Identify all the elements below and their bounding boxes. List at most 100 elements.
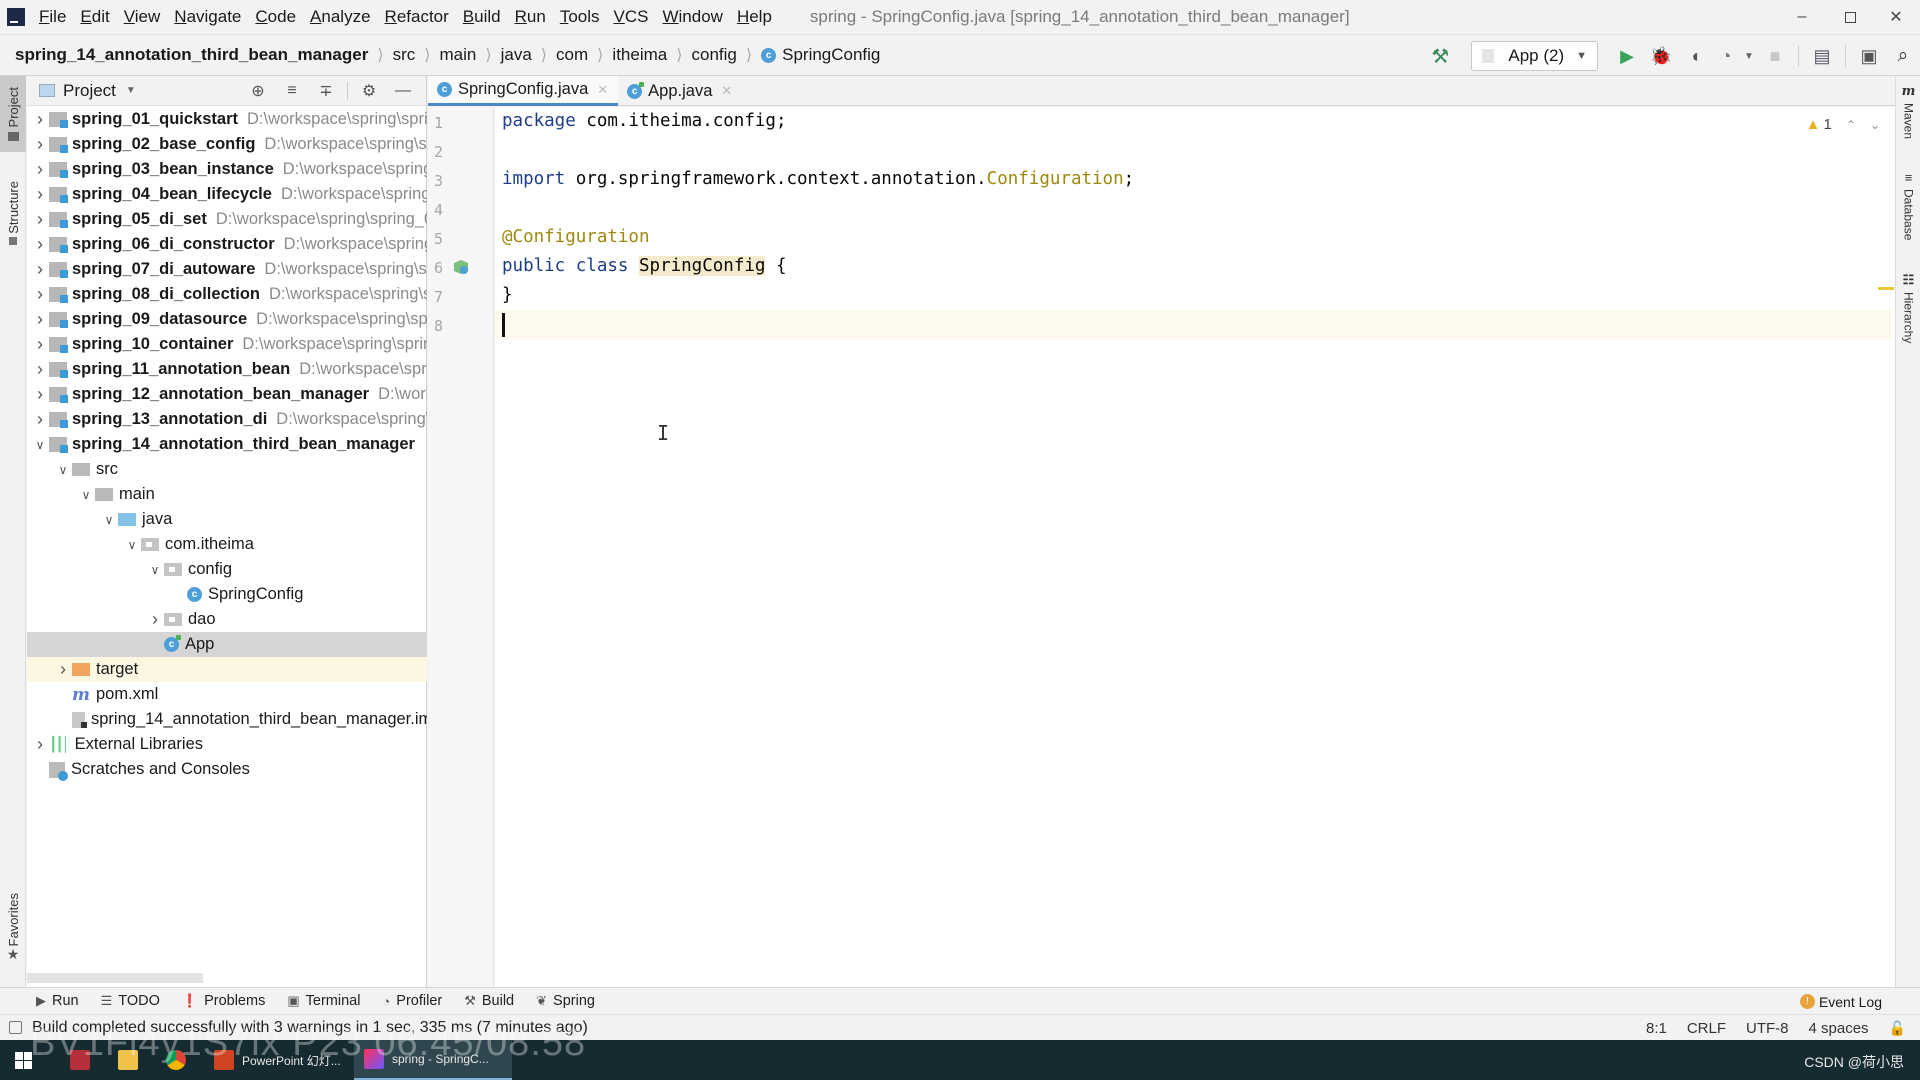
tree-item-spring-03-bean-instance[interactable]: › spring_03_bean_instance D:\workspace\spr… (27, 157, 427, 182)
chevron-down-icon[interactable]: ∨ (54, 463, 72, 477)
menu-window[interactable]: Window (662, 7, 722, 27)
tree-item-pom-xml[interactable]: m pom.xml (27, 682, 427, 707)
tree-item-app[interactable]: c App (27, 632, 427, 657)
tree-item-spring-09-datasource[interactable]: › spring_09_datasource D:\workspace\spring… (27, 307, 427, 332)
run-icon[interactable]: ▶ (1610, 39, 1644, 73)
chevron-right-icon[interactable]: › (31, 409, 49, 430)
tool-window-spring[interactable]: ❦ Spring (536, 993, 595, 1009)
tree-item-spring-02-base-config[interactable]: › spring_02_base_config D:\workspace\sprin… (27, 132, 427, 157)
tree-item-spring-14-annotation-third-bean-manager-iml[interactable]: spring_14_annotation_third_bean_manager.… (27, 707, 427, 732)
chevron-down-icon[interactable]: ∨ (146, 563, 164, 577)
tree-item-dao[interactable]: › dao (27, 607, 427, 632)
breadcrumb-springconfig[interactable]: c SpringConfig (761, 45, 880, 65)
menu-edit[interactable]: Edit (80, 7, 109, 27)
search-everywhere-icon[interactable]: ⌕ (1886, 39, 1920, 73)
maven-tool-tab[interactable]: m Maven (1896, 84, 1920, 139)
chevron-right-icon[interactable]: › (31, 134, 49, 155)
menu-code[interactable]: Code (255, 7, 296, 27)
chevron-down-icon[interactable]: ∨ (100, 513, 118, 527)
menu-refactor[interactable]: Refactor (385, 7, 449, 27)
debug-icon[interactable]: 🐞 (1644, 39, 1678, 73)
chevron-right-icon[interactable]: › (31, 334, 49, 355)
close-window-button[interactable]: ✕ (1872, 0, 1920, 34)
tree-item-spring-08-di-collection[interactable]: › spring_08_di_collection D:\workspace\spr… (27, 282, 427, 307)
run-configuration-selector[interactable]: App (2) ▼ (1471, 41, 1598, 71)
close-tab-icon[interactable]: ✕ (721, 83, 732, 99)
terminal-window-icon[interactable]: ▣ (1852, 39, 1886, 73)
event-log-button[interactable]: ! Event Log (1799, 988, 1882, 1015)
chevron-right-icon[interactable]: › (31, 159, 49, 180)
menu-vcs[interactable]: VCS (614, 7, 649, 27)
stop-icon[interactable]: ■ (1758, 39, 1792, 73)
tool-window-build[interactable]: ⚒ Build (464, 993, 514, 1009)
chevron-right-icon[interactable]: › (31, 359, 49, 380)
chevron-down-icon[interactable]: ∨ (123, 538, 141, 552)
menu-navigate[interactable]: Navigate (174, 7, 241, 27)
tree-item-spring-06-di-constructor[interactable]: › spring_06_di_constructor D:\workspace\sp… (27, 232, 427, 257)
tree-item-src[interactable]: ∨ src (27, 457, 427, 482)
chevron-right-icon[interactable]: › (31, 184, 49, 205)
tree-item-target[interactable]: › target (27, 657, 427, 682)
file-encoding[interactable]: UTF-8 (1746, 1020, 1789, 1037)
chevron-down-icon[interactable]: ▼ (126, 85, 136, 96)
chevron-right-icon[interactable]: › (31, 309, 49, 330)
chevron-right-icon[interactable]: › (146, 609, 164, 630)
build-hammer-icon[interactable]: ⚒ (1423, 39, 1457, 73)
code-editor[interactable]: package com.itheima.config; import org.sp… (495, 107, 1895, 987)
menu-view[interactable]: View (124, 7, 161, 27)
warning-stripe-marker[interactable] (1878, 287, 1894, 290)
tool-window-terminal[interactable]: ▣ Terminal (287, 993, 360, 1009)
chevron-right-icon[interactable]: › (31, 284, 49, 305)
tree-item-com-itheima[interactable]: ∨ com.itheima (27, 532, 427, 557)
coverage-icon[interactable]: ◖ (1678, 39, 1712, 73)
tree-item-scratches-and-consoles[interactable]: Scratches and Consoles (27, 757, 427, 782)
expand-all-icon[interactable]: ≡ (275, 82, 309, 100)
close-tab-icon[interactable]: ✕ (597, 82, 608, 98)
database-tool-tab[interactable]: ≡ Database (1896, 170, 1920, 240)
horizontal-scrollbar[interactable] (27, 973, 203, 983)
project-view-selector[interactable]: Project (63, 81, 116, 101)
chevron-right-icon[interactable]: › (31, 259, 49, 280)
tree-item-config[interactable]: ∨ config (27, 557, 427, 582)
structure-tool-tab[interactable]: Structure (0, 170, 26, 256)
spring-bean-gutter-icon[interactable] (452, 259, 470, 275)
profile-dropdown-icon[interactable]: ▼ (1740, 39, 1758, 73)
tree-item-spring-04-bean-lifecycle[interactable]: › spring_04_bean_lifecycle D:\workspace\sp… (27, 182, 427, 207)
tool-window-profiler[interactable]: ◔ Profiler (382, 993, 442, 1009)
breadcrumb-src[interactable]: src (393, 45, 416, 65)
tab-springconfig-java[interactable]: c SpringConfig.java ✕ (428, 76, 619, 106)
hide-panel-icon[interactable]: — (386, 82, 420, 100)
hierarchy-tool-tab[interactable]: ☷ Hierarchy (1896, 272, 1920, 343)
indent-setting[interactable]: 4 spaces (1809, 1020, 1869, 1037)
menu-help[interactable]: Help (737, 7, 772, 27)
project-structure-icon[interactable]: ▤ (1805, 39, 1839, 73)
tree-item-spring-11-annotation-bean[interactable]: › spring_11_annotation_bean D:\workspace\s… (27, 357, 427, 382)
breadcrumb-com[interactable]: com (556, 45, 588, 65)
previous-highlight-icon[interactable]: ⌃ (1846, 118, 1856, 132)
chevron-right-icon[interactable]: › (31, 234, 49, 255)
tool-window-todo[interactable]: ☰ TODO (101, 993, 160, 1009)
chevron-right-icon[interactable]: › (31, 209, 49, 230)
toggle-tool-windows-icon[interactable] (9, 1021, 22, 1034)
menu-tools[interactable]: Tools (560, 7, 600, 27)
tree-item-spring-01-quickstart[interactable]: › spring_01_quickstart D:\workspace\spring… (27, 107, 427, 132)
tool-window-run[interactable]: ▶ Run (36, 993, 79, 1009)
locate-file-icon[interactable]: ⊕ (241, 81, 275, 101)
tree-item-spring-12-annotation-bean-manager[interactable]: › spring_12_annotation_bean_manager D:\wor… (27, 382, 427, 407)
breadcrumb-java[interactable]: java (501, 45, 532, 65)
tree-item-springconfig[interactable]: c SpringConfig (27, 582, 427, 607)
project-tool-tab[interactable]: Project (0, 76, 26, 152)
collapse-all-icon[interactable]: ∓ (309, 81, 343, 101)
lock-icon[interactable]: 🔓 (1889, 1020, 1906, 1037)
tree-item-java[interactable]: ∨ java (27, 507, 427, 532)
menu-file[interactable]: File (39, 7, 66, 27)
menu-run[interactable]: Run (515, 7, 546, 27)
tree-item-spring-07-di-autoware[interactable]: › spring_07_di_autoware D:\workspace\sprin… (27, 257, 427, 282)
gear-icon[interactable]: ⚙ (352, 81, 386, 101)
menu-build[interactable]: Build (463, 7, 501, 27)
next-highlight-icon[interactable]: ⌄ (1870, 118, 1880, 132)
tree-item-spring-10-container[interactable]: › spring_10_container D:\workspace\spring\… (27, 332, 427, 357)
chevron-down-icon[interactable]: ∨ (31, 438, 49, 452)
tree-item-main[interactable]: ∨ main (27, 482, 427, 507)
caret-position[interactable]: 8:1 (1646, 1020, 1667, 1037)
